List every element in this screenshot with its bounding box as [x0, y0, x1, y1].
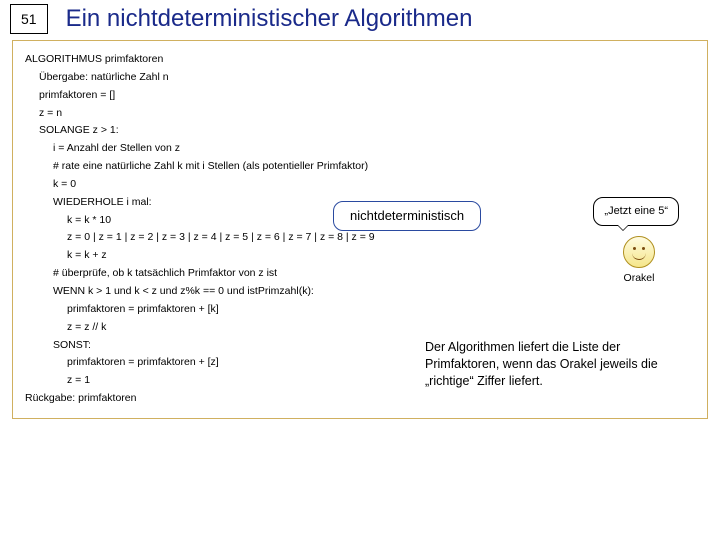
algo-line: primfaktoren = []	[39, 87, 695, 105]
nondeterministic-callout: nichtdeterministisch	[333, 201, 481, 231]
oracle-label: Orakel	[623, 270, 655, 288]
algorithm-box: ALGORITHMUS primfaktoren Übergabe: natür…	[12, 40, 708, 419]
algo-line: Rückgabe: primfaktoren	[25, 390, 695, 408]
algo-line: WENN k > 1 und k < z und z%k == 0 und is…	[53, 283, 695, 301]
algo-line: primfaktoren = primfaktoren + [k]	[67, 301, 695, 319]
speech-bubble: „Jetzt eine 5“	[593, 197, 679, 226]
smiley-icon	[623, 236, 655, 268]
slide-title: Ein nichtdeterministischer Algorithmen	[66, 5, 473, 33]
oracle-figure: Orakel	[623, 236, 655, 288]
algo-line: z = 0 | z = 1 | z = 2 | z = 3 | z = 4 | …	[67, 229, 695, 247]
algo-line: i = Anzahl der Stellen von z	[53, 140, 695, 158]
algo-line: SOLANGE z > 1:	[39, 122, 695, 140]
algo-line: # rate eine natürliche Zahl k mit i Stel…	[53, 158, 695, 176]
algo-line: k = 0	[53, 176, 695, 194]
algo-line: z = z // k	[67, 319, 695, 337]
algo-line: k = k + z	[67, 247, 695, 265]
algo-line: z = n	[39, 105, 695, 123]
algo-line: Übergabe: natürliche Zahl n	[39, 69, 695, 87]
slide-header: 51 Ein nichtdeterministischer Algorithme…	[0, 0, 720, 40]
algo-line: ALGORITHMUS primfaktoren	[25, 51, 695, 69]
algo-line: # überprüfe, ob k tatsächlich Primfaktor…	[53, 265, 695, 283]
slide-number: 51	[10, 4, 48, 34]
explanation-text: Der Algorithmen liefert die Liste der Pr…	[425, 339, 685, 390]
